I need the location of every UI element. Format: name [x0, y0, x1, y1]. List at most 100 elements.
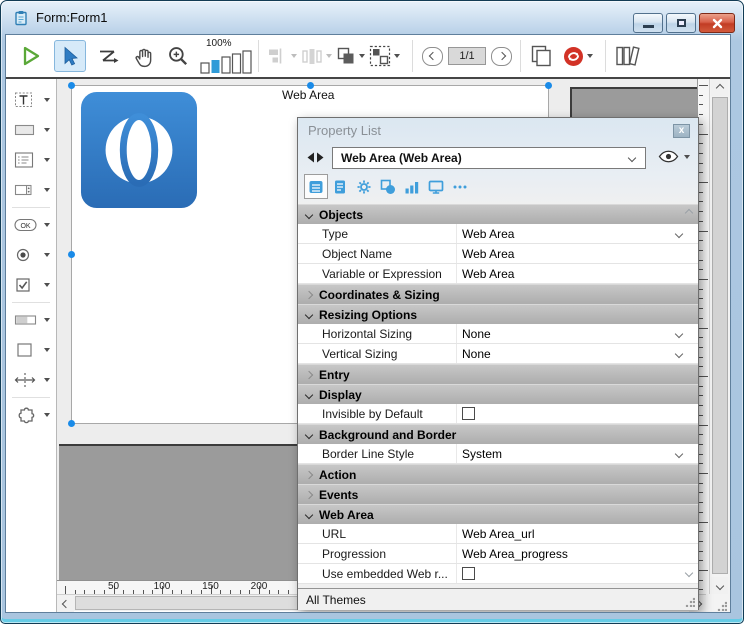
panel-tab-action[interactable] — [352, 174, 376, 199]
section-header-background-and-border[interactable]: Background and Border — [298, 424, 698, 444]
ruler-tick — [699, 560, 703, 561]
form-pages-button[interactable] — [530, 45, 553, 67]
vertical-scrollbar[interactable] — [709, 79, 730, 594]
panel-tab-charts[interactable] — [400, 174, 424, 199]
section-header-objects[interactable]: Objects — [298, 204, 698, 224]
property-row-border-line-style[interactable]: Border Line StyleSystem — [298, 444, 698, 464]
ruler-tick — [699, 231, 708, 232]
scroll-down-button[interactable] — [711, 577, 728, 594]
property-row-use-embedded-web-r-[interactable]: Use embedded Web r... — [298, 564, 698, 584]
resize-grip[interactable] — [717, 601, 727, 611]
panel-close-button[interactable]: x — [673, 124, 690, 138]
view-options-button[interactable] — [658, 150, 690, 163]
property-checkbox[interactable] — [462, 567, 475, 580]
property-row-vertical-sizing[interactable]: Vertical SizingNone — [298, 344, 698, 364]
ruler-tick — [699, 444, 703, 445]
property-value[interactable]: Web Area — [462, 267, 514, 281]
panel-tab-appearance[interactable] — [376, 174, 400, 199]
ruler-tick — [699, 347, 703, 348]
ruler-tick — [699, 454, 703, 455]
minimize-button[interactable] — [633, 13, 663, 33]
chevron-down-icon — [675, 449, 683, 457]
library-button[interactable] — [615, 45, 642, 67]
panel-resize-grip[interactable] — [685, 597, 695, 607]
selection-handle-top-middle[interactable] — [307, 82, 314, 89]
property-value[interactable]: Web Area — [462, 247, 514, 261]
panel-footer: All Themes — [298, 588, 698, 610]
sidebar-tool-checkbox[interactable] — [6, 270, 56, 300]
chevron-down-icon — [305, 430, 313, 438]
section-header-entry[interactable]: Entry — [298, 364, 698, 384]
panel-tab-more[interactable] — [448, 174, 472, 199]
property-row-object-name[interactable]: Object NameWeb Area — [298, 244, 698, 264]
section-header-coordinates-sizing[interactable]: Coordinates & Sizing — [298, 284, 698, 304]
section-header-resizing-options[interactable]: Resizing Options — [298, 304, 698, 324]
chevron-down-icon — [675, 349, 683, 357]
property-row-type[interactable]: TypeWeb Area — [298, 224, 698, 244]
execute-form-button[interactable] — [18, 44, 44, 68]
selection-handle-top-right[interactable] — [545, 82, 552, 89]
previous-page-button[interactable] — [422, 47, 443, 66]
close-button[interactable] — [699, 13, 735, 33]
property-value[interactable]: Web Area_url — [462, 527, 535, 541]
data-source-button[interactable] — [563, 46, 593, 67]
sidebar-tool-text[interactable] — [6, 85, 56, 115]
zoom-levels[interactable]: 100% — [200, 38, 252, 75]
property-value[interactable]: Web Area — [462, 227, 514, 241]
selection-handle-bottom-left[interactable] — [68, 420, 75, 427]
section-header-web-area[interactable]: Web Area — [298, 504, 698, 524]
property-value[interactable]: System — [462, 447, 502, 461]
ruler-tick — [699, 395, 703, 396]
group-button[interactable] — [369, 45, 400, 67]
sidebar-tool-input[interactable] — [6, 115, 56, 145]
property-value[interactable]: None — [462, 327, 491, 341]
section-title: Action — [319, 468, 356, 482]
sidebar-tool-hierarchical-list[interactable] — [6, 145, 56, 175]
sidebar-tool-progress-indicator[interactable] — [6, 305, 56, 335]
scroll-up-button[interactable] — [711, 79, 728, 96]
stepper-dropdown-caret — [44, 188, 50, 192]
move-tool-button[interactable] — [132, 44, 156, 68]
sidebar-tool-rectangle[interactable] — [6, 335, 56, 365]
sidebar-tool-radio-button[interactable] — [6, 240, 56, 270]
level-button[interactable] — [336, 46, 365, 66]
sidebar-tool-splitter[interactable] — [6, 365, 56, 395]
sidebar-tool-stepper[interactable] — [6, 175, 56, 205]
selection-handle-middle-left[interactable] — [68, 251, 75, 258]
panel-tab-object[interactable] — [328, 174, 352, 199]
ruler-tick — [699, 269, 703, 270]
object-prev-next-arrows[interactable] — [306, 152, 326, 163]
chevron-down-icon — [628, 154, 636, 162]
panel-tab-all-properties[interactable] — [304, 174, 328, 199]
property-value[interactable]: None — [462, 347, 491, 361]
section-header-events[interactable]: Events — [298, 484, 698, 504]
section-title: Background and Border — [319, 428, 456, 442]
property-row-url[interactable]: URLWeb Area_url — [298, 524, 698, 544]
property-value[interactable]: Web Area_progress — [462, 547, 568, 561]
property-row-progression[interactable]: ProgressionWeb Area_progress — [298, 544, 698, 564]
progress-indicator-dropdown-caret — [44, 318, 50, 322]
scroll-left-button[interactable] — [57, 595, 74, 612]
sidebar-tool-plugin-area[interactable] — [6, 400, 56, 430]
section-header-display[interactable]: Display — [298, 384, 698, 404]
object-selector[interactable]: Web Area (Web Area) — [332, 147, 646, 169]
property-row-variable-or-expression[interactable]: Variable or ExpressionWeb Area — [298, 264, 698, 284]
themes-filter-label[interactable]: All Themes — [306, 593, 366, 607]
entry-order-tool-button[interactable] — [96, 46, 122, 66]
next-page-button[interactable] — [491, 47, 512, 66]
pages-icon — [530, 45, 553, 67]
plugin-area-dropdown-caret — [44, 413, 50, 417]
restore-button[interactable] — [666, 13, 696, 33]
section-header-action[interactable]: Action — [298, 464, 698, 484]
panel-tab-display[interactable] — [424, 174, 448, 199]
vertical-scroll-thumb[interactable] — [712, 97, 728, 574]
zoom-tool-button[interactable] — [166, 44, 190, 68]
title-bar[interactable]: Form:Form1 — [1, 1, 743, 34]
selection-tool-button[interactable] — [54, 40, 86, 72]
property-row-horizontal-sizing[interactable]: Horizontal SizingNone — [298, 324, 698, 344]
appearance-icon — [380, 179, 396, 195]
selection-handle-top-left[interactable] — [68, 82, 75, 89]
property-checkbox[interactable] — [462, 407, 475, 420]
property-row-invisible-by-default[interactable]: Invisible by Default — [298, 404, 698, 424]
sidebar-tool-button[interactable]: OK — [6, 210, 56, 240]
